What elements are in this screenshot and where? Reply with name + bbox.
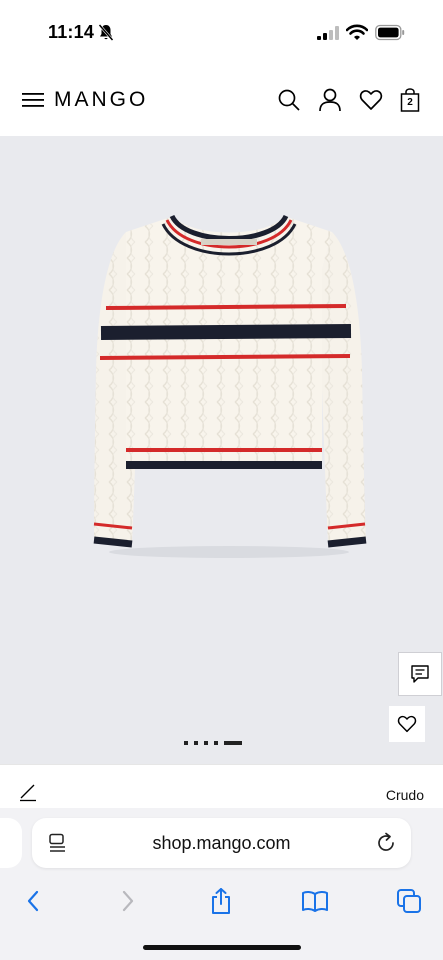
hamburger-menu-icon[interactable] xyxy=(22,92,44,108)
color-selector-row[interactable]: Crudo xyxy=(0,764,443,808)
previous-tab-preview[interactable] xyxy=(0,818,22,868)
tabs-icon xyxy=(397,889,421,913)
search-icon[interactable] xyxy=(277,88,301,112)
forward-button[interactable] xyxy=(113,886,143,916)
wifi-icon xyxy=(346,24,368,40)
pagination-dot[interactable] xyxy=(184,741,188,745)
tabs-button[interactable] xyxy=(394,886,424,916)
cellular-signal-icon xyxy=(317,26,339,40)
pagination-dot-active[interactable] xyxy=(224,741,242,745)
address-bar[interactable]: shop.mango.com xyxy=(32,818,411,868)
pagination-dot[interactable] xyxy=(194,741,198,745)
bell-off-icon xyxy=(98,24,114,41)
pagination-dot[interactable] xyxy=(214,741,218,745)
product-image-sweater xyxy=(93,214,367,558)
account-icon[interactable] xyxy=(318,88,342,112)
cart-count: 2 xyxy=(407,97,413,108)
brand-logo[interactable]: MANGO xyxy=(54,88,148,112)
pagination-dot[interactable] xyxy=(204,741,208,745)
chat-icon xyxy=(411,665,429,683)
home-indicator[interactable] xyxy=(143,945,301,950)
share-button[interactable] xyxy=(206,886,236,916)
product-gallery[interactable] xyxy=(0,136,443,764)
book-icon xyxy=(302,890,328,912)
safari-toolbar: shop.mango.com xyxy=(0,808,443,960)
heart-icon xyxy=(397,715,417,733)
wishlist-heart-icon[interactable] xyxy=(359,88,383,112)
reload-icon[interactable] xyxy=(375,832,397,854)
url-text[interactable]: shop.mango.com xyxy=(32,833,411,854)
status-bar: 11:14 xyxy=(0,0,443,64)
gallery-pagination xyxy=(184,741,242,745)
color-name: Crudo xyxy=(385,787,424,803)
chevron-left-icon xyxy=(27,890,39,912)
chevron-right-icon xyxy=(122,890,134,912)
favorite-button[interactable] xyxy=(389,706,425,742)
status-time: 11:14 xyxy=(48,22,95,42)
bookmarks-button[interactable] xyxy=(300,886,330,916)
back-button[interactable] xyxy=(18,886,48,916)
color-swatch-icon[interactable] xyxy=(18,782,38,802)
cart-button[interactable]: 2 xyxy=(399,88,421,112)
chat-button[interactable] xyxy=(398,652,442,696)
site-header: MANGO 2 xyxy=(0,64,443,136)
share-icon xyxy=(212,888,230,914)
battery-icon xyxy=(375,24,405,41)
